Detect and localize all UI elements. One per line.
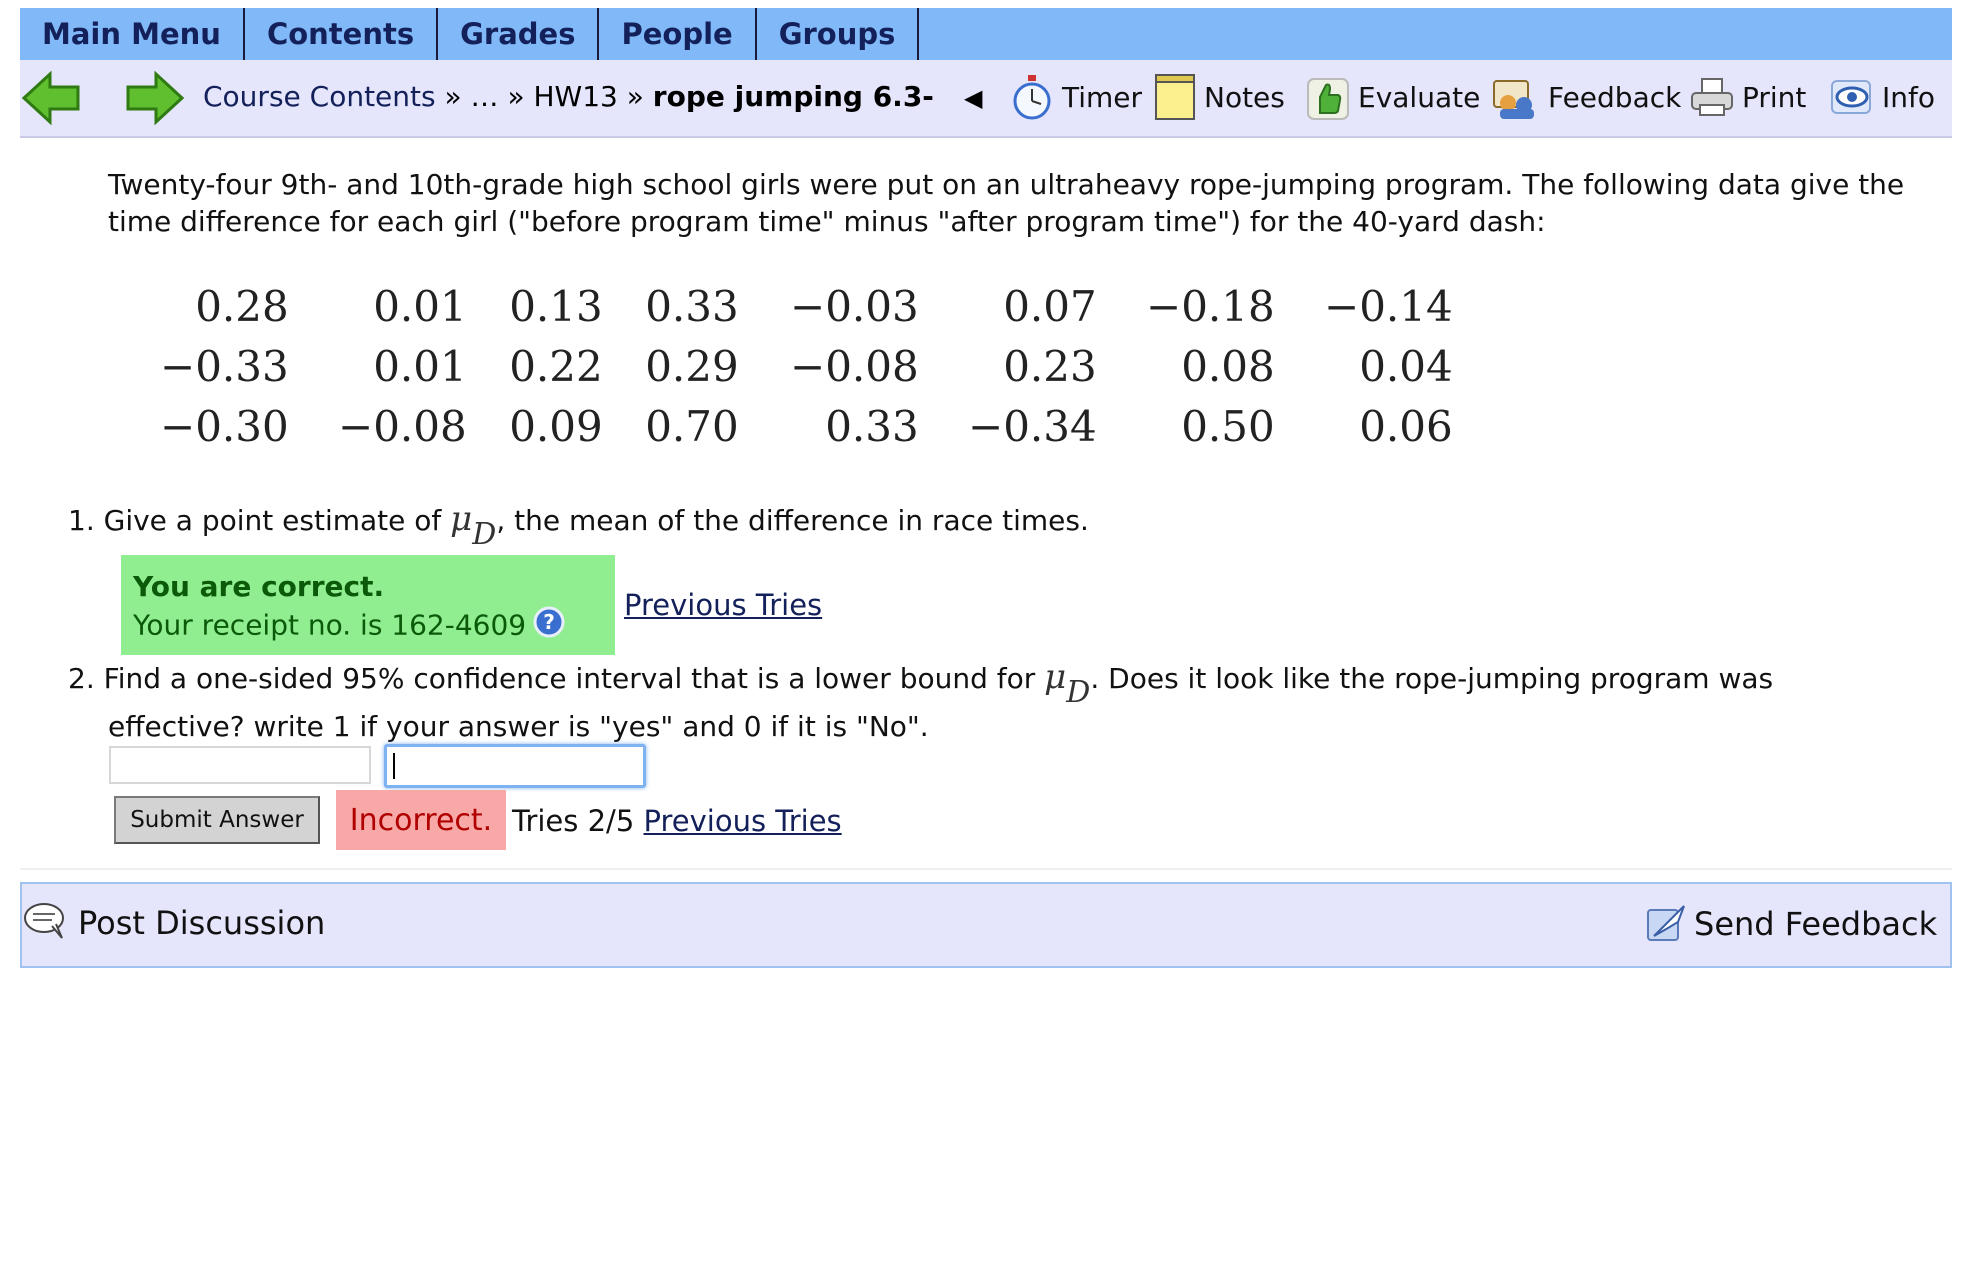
problem-statement: Twenty-four 9th- and 10th-grade high sch… — [108, 168, 1905, 238]
send-feedback-button[interactable]: Send Feedback — [1644, 900, 1937, 948]
timer-button[interactable]: Timer — [1010, 70, 1142, 124]
breadcrumb-course-contents[interactable]: Course Contents — [203, 80, 436, 113]
receipt-text: Your receipt no. is 162-4609 — [133, 608, 527, 642]
correct-message: You are correct. — [133, 570, 385, 603]
subscript-d: D — [1066, 675, 1091, 710]
menu-groups[interactable]: Groups — [757, 8, 920, 60]
menu-people[interactable]: People — [599, 8, 757, 60]
evaluate-button[interactable]: Evaluate — [1306, 70, 1480, 124]
data-cell: −0.18 — [1146, 281, 1275, 331]
main-menu-bar: Main Menu Contents Grades People Groups — [20, 8, 1952, 60]
data-cell: 0.13 — [509, 281, 603, 331]
notes-button[interactable]: Notes — [1154, 70, 1285, 124]
incorrect-status-badge: Incorrect. — [336, 790, 506, 850]
discussion-icon — [24, 903, 64, 939]
data-row: −0.33 0.01 0.22 0.29 −0.08 0.23 0.08 0.04 — [160, 336, 1453, 396]
menu-contents[interactable]: Contents — [245, 8, 439, 60]
data-table: 0.28 0.01 0.13 0.33 −0.03 0.07 −0.18 −0.14 −0.33… — [160, 276, 1453, 456]
section-divider — [20, 868, 1952, 870]
submit-answer-button[interactable]: Submit Answer — [114, 796, 320, 844]
data-cell: −0.14 — [1324, 281, 1453, 331]
data-cell: 0.70 — [645, 401, 739, 451]
data-cell: 0.22 — [509, 341, 603, 391]
feedback-icon — [1493, 80, 1534, 119]
tries-text: Tries 2/5 — [512, 804, 644, 838]
forward-arrow-icon[interactable] — [124, 70, 185, 130]
breadcrumb-separator: » … » — [435, 80, 534, 113]
printer-icon — [1691, 78, 1733, 116]
send-feedback-label: Send Feedback — [1694, 905, 1938, 943]
data-row: −0.30 −0.08 0.09 0.70 0.33 −0.34 0.50 0.06 — [160, 396, 1453, 456]
correct-result-box: You are correct. Your receipt no. is 162… — [121, 555, 615, 655]
question-number: 2. — [68, 662, 95, 695]
data-cell: −0.08 — [790, 341, 919, 391]
previous-problem-icon[interactable]: ◀ — [964, 84, 982, 112]
data-cell: −0.33 — [160, 341, 289, 391]
breadcrumb-current: rope jumping 6.3- — [652, 80, 934, 113]
data-cell: 0.33 — [825, 401, 919, 451]
data-cell: 0.09 — [509, 401, 603, 451]
feedback-label: Feedback — [1548, 80, 1682, 114]
breadcrumb: Course Contents » … » HW13 » rope jumpin… — [203, 80, 934, 113]
post-discussion-button[interactable]: Post Discussion — [22, 900, 325, 946]
data-cell: 0.33 — [645, 281, 739, 331]
tries-counter: Tries 2/5 Previous Tries — [512, 804, 842, 838]
info-label: Info — [1882, 80, 1935, 114]
help-icon[interactable]: ? — [532, 605, 566, 648]
print-button[interactable]: Print — [1690, 70, 1806, 124]
question-2-text-mid: . Does it look like the rope-jumping pro… — [1090, 662, 1774, 695]
back-arrow-icon[interactable] — [21, 70, 82, 130]
q1-previous-tries-link[interactable]: Previous Tries — [624, 588, 822, 622]
notepad-icon — [1155, 74, 1195, 120]
thumbs-up-icon — [1307, 78, 1349, 120]
data-cell: −0.03 — [790, 281, 919, 331]
question-1-text-end: , the mean of the difference in race tim… — [496, 504, 1089, 537]
data-cell: −0.34 — [968, 401, 1097, 451]
send-feedback-icon — [1647, 905, 1685, 941]
question-1: 1. Give a point estimate of μD, the mean… — [68, 499, 1089, 552]
data-cell: 0.28 — [195, 281, 289, 331]
data-cell: 0.06 — [1359, 401, 1453, 451]
print-label: Print — [1742, 80, 1807, 114]
breadcrumb-separator: » — [617, 80, 653, 113]
answer-input-2[interactable] — [384, 744, 646, 788]
data-cell: −0.08 — [338, 401, 467, 451]
data-row: 0.28 0.01 0.13 0.33 −0.03 0.07 −0.18 −0.14 — [160, 276, 1453, 336]
text-caret — [393, 753, 395, 779]
data-cell: 0.29 — [645, 341, 739, 391]
subscript-d: D — [472, 517, 497, 552]
data-cell: 0.01 — [373, 341, 467, 391]
footer-bar: Post Discussion Send Feedback — [20, 882, 1952, 968]
data-cell: 0.04 — [1359, 341, 1453, 391]
question-1-text: Give a point estimate of — [103, 504, 451, 537]
data-cell: 0.01 — [373, 281, 467, 331]
notes-label: Notes — [1204, 80, 1285, 114]
stopwatch-icon — [1013, 75, 1051, 120]
q2-previous-tries-link[interactable]: Previous Tries — [644, 804, 842, 838]
question-2: 2. Find a one-sided 95% confidence inter… — [68, 657, 1774, 710]
menu-grades[interactable]: Grades — [438, 8, 600, 60]
mu-symbol: μ — [450, 499, 473, 539]
answer-input-1[interactable] — [109, 746, 371, 784]
post-discussion-label: Post Discussion — [78, 904, 326, 942]
feedback-button[interactable]: Feedback — [1492, 70, 1681, 124]
question-number: 1. — [68, 504, 95, 537]
menu-main-menu[interactable]: Main Menu — [20, 8, 245, 60]
data-cell: −0.30 — [160, 401, 289, 451]
timer-label: Timer — [1062, 80, 1143, 114]
info-eye-icon — [1831, 80, 1871, 114]
mu-symbol: μ — [1044, 657, 1067, 697]
svg-text:?: ? — [543, 610, 555, 634]
question-2-text: Find a one-sided 95% confidence interval… — [103, 662, 1045, 695]
data-cell: 0.07 — [1003, 281, 1097, 331]
question-2-line-2: effective? write 1 if your answer is "ye… — [108, 710, 929, 743]
navigation-bar: Course Contents » … » HW13 » rope jumpin… — [20, 60, 1952, 138]
data-cell: 0.50 — [1181, 401, 1275, 451]
data-cell: 0.23 — [1003, 341, 1097, 391]
info-button[interactable]: Info — [1830, 70, 1935, 124]
breadcrumb-hw13[interactable]: HW13 — [533, 80, 617, 113]
receipt-line: Your receipt no. is 162-4609 ? — [133, 605, 603, 648]
data-cell: 0.08 — [1181, 341, 1275, 391]
evaluate-label: Evaluate — [1358, 80, 1481, 114]
